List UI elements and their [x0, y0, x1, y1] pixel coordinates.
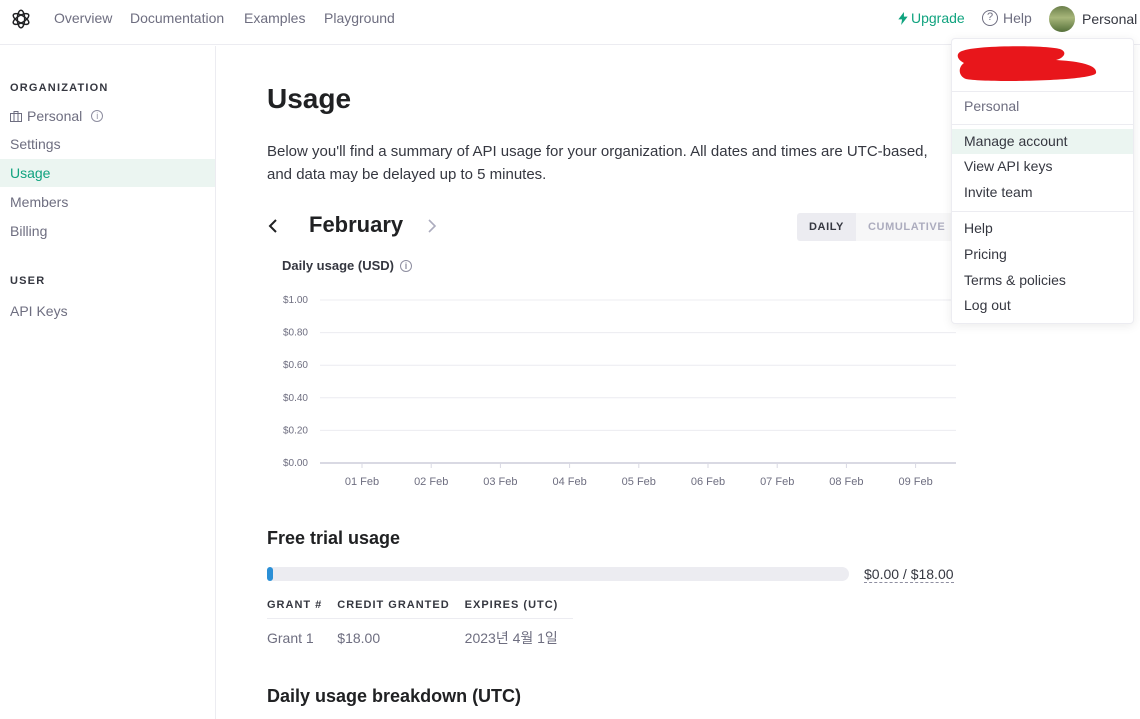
x-tick-label: 05 Feb	[622, 476, 656, 488]
info-icon[interactable]: i	[91, 110, 104, 122]
page-description: Below you'll find a summary of API usage…	[267, 143, 928, 183]
x-tick-label: 07 Feb	[760, 476, 794, 488]
nav-documentation[interactable]: Documentation	[130, 10, 224, 26]
chevron-left-icon	[268, 219, 277, 233]
sidebar-item-settings[interactable]: Settings	[0, 130, 215, 158]
grants-table: GRANT # CREDIT GRANTED EXPIRES (UTC) Gra…	[267, 599, 574, 649]
nav-overview[interactable]: Overview	[54, 10, 112, 26]
toggle-cumulative[interactable]: CUMULATIVE	[856, 213, 958, 241]
sidebar-item-usage[interactable]: Usage	[0, 159, 215, 187]
upgrade-button[interactable]: Upgrade	[898, 10, 965, 26]
dropdown-help[interactable]: Help	[952, 216, 1133, 241]
dropdown-log-out[interactable]: Log out	[952, 293, 1133, 318]
y-tick-label: $0.00	[283, 458, 308, 469]
y-tick-label: $1.00	[283, 295, 308, 306]
dropdown-divider	[952, 91, 1133, 92]
table-row: Grant 1 $18.00 2023년 4월 1일	[267, 619, 573, 649]
daily-usage-chart: $1.00 $0.80 $0.60 $0.40 $0.20 $0.00 01 Feb 02 F…	[283, 295, 956, 488]
nav-examples[interactable]: Examples	[244, 10, 305, 26]
next-month-button[interactable]	[427, 213, 437, 239]
trial-progress-bar	[267, 567, 849, 581]
y-tick-label: $0.80	[283, 328, 308, 339]
grant-number: Grant 1	[267, 630, 314, 646]
month-label: February	[309, 212, 404, 237]
sidebar-item-billing[interactable]: Billing	[0, 217, 215, 245]
sidebar: ORGANIZATION Personal i Settings Usage M…	[0, 46, 216, 719]
sidebar-org-personal[interactable]: Personal i	[10, 108, 104, 124]
prev-month-button[interactable]	[268, 213, 278, 239]
chevron-right-icon	[428, 219, 437, 233]
x-tick-label: 09 Feb	[898, 476, 932, 488]
sidebar-heading-user: USER	[10, 275, 46, 287]
dropdown-invite-team[interactable]: Invite team	[952, 180, 1133, 205]
question-icon: ?	[982, 10, 998, 26]
trial-usage-label[interactable]: $0.00 / $18.00	[864, 566, 954, 583]
x-tick-label: 02 Feb	[414, 476, 448, 488]
table-header-row: GRANT # CREDIT GRANTED EXPIRES (UTC)	[267, 599, 574, 619]
y-tick-label: $0.60	[283, 360, 308, 371]
redaction-mark	[957, 46, 1097, 81]
sidebar-item-members[interactable]: Members	[0, 188, 215, 216]
lightning-icon	[898, 11, 908, 25]
upgrade-label: Upgrade	[911, 10, 965, 26]
chart-title-label: Daily usage (USD)	[282, 258, 394, 273]
x-tick-label: 01 Feb	[345, 476, 379, 488]
profile-menu-button[interactable]: Personal	[1049, 6, 1137, 32]
col-credit-granted: CREDIT GRANTED	[337, 599, 465, 619]
grant-credit: $18.00	[337, 630, 381, 646]
dropdown-pricing[interactable]: Pricing	[952, 242, 1133, 267]
x-tick-label: 04 Feb	[552, 476, 586, 488]
dropdown-manage-account[interactable]: Manage account	[952, 129, 1133, 154]
help-label: Help	[1003, 10, 1032, 26]
dropdown-org-personal[interactable]: Personal	[952, 94, 1133, 119]
trial-progress-fill	[267, 567, 273, 581]
y-tick-label: $0.20	[283, 425, 308, 436]
x-tick-label: 06 Feb	[691, 476, 725, 488]
col-grant: GRANT #	[267, 599, 338, 619]
help-button[interactable]: ? Help	[982, 10, 1032, 26]
openai-logo-icon[interactable]	[10, 8, 32, 30]
free-trial-heading: Free trial usage	[267, 528, 401, 548]
x-tick-label: 03 Feb	[483, 476, 517, 488]
col-expires: EXPIRES (UTC)	[464, 599, 574, 619]
dropdown-view-api-keys[interactable]: View API keys	[952, 154, 1133, 179]
nav-playground[interactable]: Playground	[324, 10, 395, 26]
sidebar-org-label: Personal	[27, 108, 83, 124]
sidebar-heading-organization: ORGANIZATION	[10, 82, 109, 94]
toggle-daily[interactable]: DAILY	[797, 213, 856, 241]
briefcase-icon	[10, 110, 22, 122]
grant-expires: 2023년 4월 1일	[464, 630, 558, 646]
chart-title: Daily usage (USD) i	[282, 258, 412, 273]
view-toggle: DAILY CUMULATIVE	[797, 213, 958, 241]
sidebar-item-api-keys[interactable]: API Keys	[0, 297, 215, 325]
daily-breakdown-heading: Daily usage breakdown (UTC)	[267, 686, 522, 706]
avatar	[1049, 6, 1075, 32]
page-title: Usage	[267, 83, 352, 114]
dropdown-terms-policies[interactable]: Terms & policies	[952, 268, 1133, 293]
profile-label: Personal	[1082, 11, 1138, 27]
x-tick-label: 08 Feb	[829, 476, 863, 488]
profile-dropdown: Personal Manage account View API keys In…	[951, 38, 1134, 324]
info-icon[interactable]: i	[399, 259, 412, 272]
y-tick-label: $0.40	[283, 393, 308, 404]
dropdown-divider	[952, 124, 1133, 125]
dropdown-divider	[952, 211, 1133, 212]
